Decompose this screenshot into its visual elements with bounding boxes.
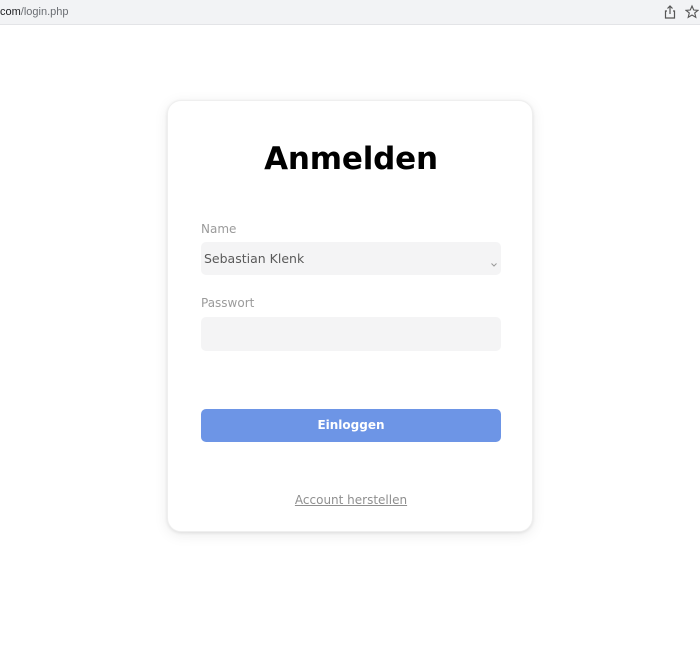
address-bar[interactable]: com/login.php xyxy=(0,6,69,18)
page-title: Anmelden xyxy=(264,141,438,177)
url-domain: com xyxy=(0,6,21,18)
login-card: Anmelden Name Sebastian Klenk Passwort E… xyxy=(167,100,533,532)
name-selected-value: Sebastian Klenk xyxy=(204,251,305,266)
name-label: Name xyxy=(201,222,237,236)
bookmark-star-icon[interactable] xyxy=(684,4,700,20)
share-icon[interactable] xyxy=(663,4,677,20)
url-path: /login.php xyxy=(20,6,69,18)
name-select[interactable]: Sebastian Klenk xyxy=(201,242,501,275)
recover-account-link[interactable]: Account herstellen xyxy=(168,493,534,507)
login-button[interactable]: Einloggen xyxy=(201,409,501,442)
password-input[interactable] xyxy=(201,317,501,351)
chevron-down-icon xyxy=(490,254,498,267)
browser-toolbar: com/login.php xyxy=(0,0,700,25)
password-label: Passwort xyxy=(201,296,255,310)
